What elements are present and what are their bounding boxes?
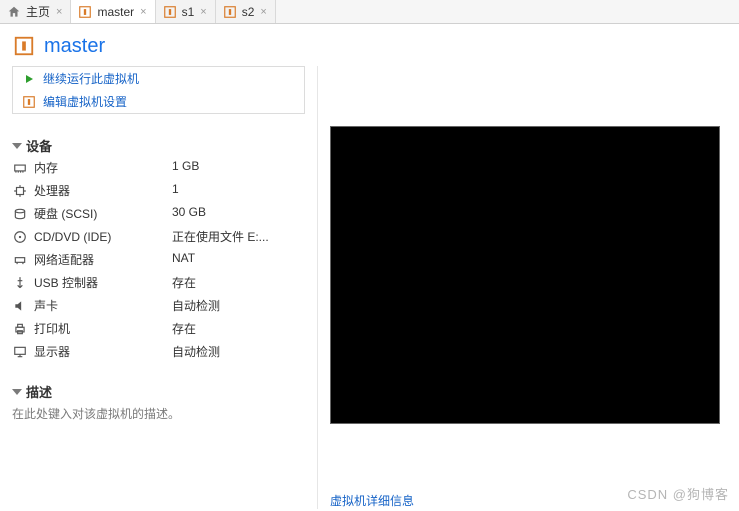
printer-icon <box>12 321 28 337</box>
vm-icon <box>12 34 36 58</box>
device-name: 打印机 <box>34 320 70 337</box>
vm-icon <box>222 4 238 20</box>
device-row-disk[interactable]: 硬盘 (SCSI) <box>12 205 172 222</box>
device-row-sound[interactable]: 声卡 <box>12 297 172 314</box>
tab-bar: 主页 × master × s1 × s2 × <box>0 0 739 24</box>
device-row-cpu[interactable]: 处理器 <box>12 182 172 199</box>
action-box: 继续运行此虚拟机 编辑虚拟机设置 <box>12 66 305 114</box>
disk-icon <box>12 206 28 222</box>
net-icon <box>12 252 28 268</box>
devices-header[interactable]: 设备 <box>12 136 305 155</box>
action-label: 继续运行此虚拟机 <box>43 70 139 87</box>
vm-details-link[interactable]: 虚拟机详细信息 <box>330 492 414 509</box>
left-panel: 继续运行此虚拟机 编辑虚拟机设置 设备 内存 1 GB 处理器 1 硬盘 (SCSI) 3… <box>0 66 318 509</box>
edit-vm-settings-action[interactable]: 编辑虚拟机设置 <box>13 90 304 113</box>
tab-s1[interactable]: s1 × <box>156 0 216 23</box>
device-name: USB 控制器 <box>34 274 98 291</box>
devices-grid: 内存 1 GB 处理器 1 硬盘 (SCSI) 30 GB CD/DVD (IDE) 正在使用… <box>12 159 305 360</box>
settings-icon <box>21 94 37 110</box>
device-value: 存在 <box>172 274 305 291</box>
tab-label: 主页 <box>26 3 50 20</box>
description-placeholder[interactable]: 在此处键入对该虚拟机的描述。 <box>12 405 305 422</box>
device-name: 硬盘 (SCSI) <box>34 205 97 222</box>
close-icon[interactable]: × <box>198 6 208 18</box>
device-name: CD/DVD (IDE) <box>34 230 111 244</box>
usb-icon <box>12 275 28 291</box>
device-row-display[interactable]: 显示器 <box>12 343 172 360</box>
tab-master[interactable]: master × <box>71 0 155 23</box>
tab-label: s2 <box>242 5 255 19</box>
device-value: 正在使用文件 E:... <box>172 228 305 245</box>
device-value: 存在 <box>172 320 305 337</box>
vm-icon <box>77 4 93 20</box>
device-row-printer[interactable]: 打印机 <box>12 320 172 337</box>
tab-label: master <box>97 5 134 19</box>
tab-label: s1 <box>182 5 195 19</box>
chevron-down-icon <box>12 143 22 149</box>
section-title: 设备 <box>26 136 52 155</box>
device-name: 声卡 <box>34 297 58 314</box>
memory-icon <box>12 160 28 176</box>
device-name: 内存 <box>34 159 58 176</box>
tab-home[interactable]: 主页 × <box>0 0 71 23</box>
action-label: 编辑虚拟机设置 <box>43 93 127 110</box>
page-title: master <box>44 35 105 58</box>
description-header[interactable]: 描述 <box>12 382 305 401</box>
device-value: 1 GB <box>172 159 305 176</box>
chevron-down-icon <box>12 389 22 395</box>
device-name: 网络适配器 <box>34 251 94 268</box>
page-header: master <box>0 24 739 66</box>
close-icon[interactable]: × <box>258 6 268 18</box>
close-icon[interactable]: × <box>138 6 148 18</box>
description-section: 描述 在此处键入对该虚拟机的描述。 <box>12 382 305 422</box>
device-row-cd[interactable]: CD/DVD (IDE) <box>12 228 172 245</box>
device-value: 自动检测 <box>172 297 305 314</box>
vm-preview[interactable] <box>330 126 720 424</box>
cd-icon <box>12 229 28 245</box>
device-row-usb[interactable]: USB 控制器 <box>12 274 172 291</box>
cpu-icon <box>12 183 28 199</box>
close-icon[interactable]: × <box>54 6 64 18</box>
section-title: 描述 <box>26 382 52 401</box>
device-row-memory[interactable]: 内存 <box>12 159 172 176</box>
device-name: 显示器 <box>34 343 70 360</box>
device-name: 处理器 <box>34 182 70 199</box>
vm-icon <box>162 4 178 20</box>
watermark: CSDN @狗博客 <box>627 484 729 503</box>
resume-vm-action[interactable]: 继续运行此虚拟机 <box>13 67 304 90</box>
device-value: 30 GB <box>172 205 305 222</box>
device-row-net[interactable]: 网络适配器 <box>12 251 172 268</box>
device-value: NAT <box>172 251 305 268</box>
display-icon <box>12 344 28 360</box>
play-icon <box>21 71 37 87</box>
tab-s2[interactable]: s2 × <box>216 0 276 23</box>
home-icon <box>6 4 22 20</box>
sound-icon <box>12 298 28 314</box>
device-value: 自动检测 <box>172 343 305 360</box>
devices-section: 设备 内存 1 GB 处理器 1 硬盘 (SCSI) 30 GB CD/DVD (IDE) 正… <box>12 136 305 360</box>
right-panel: 虚拟机详细信息 CSDN @狗博客 <box>318 66 739 509</box>
device-value: 1 <box>172 182 305 199</box>
